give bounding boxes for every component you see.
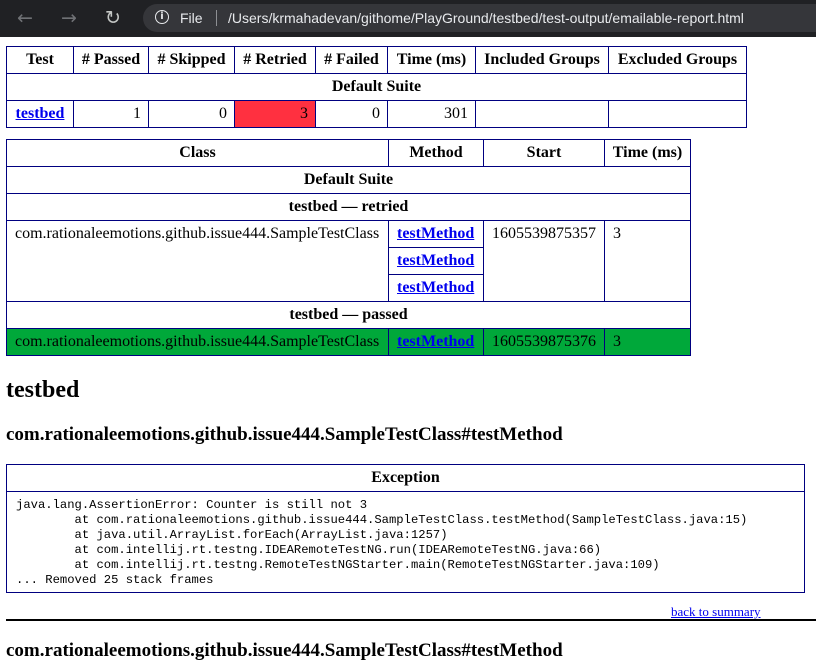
stack-line: at com.intellij.rt.testng.RemoteTestNGSt… [16,558,660,572]
exception-header: Exception [6,464,805,492]
back-to-summary-link[interactable]: back to summary [671,604,761,619]
exception-header-row: Exception [6,464,805,492]
arrow-left-icon[interactable]: ← [13,6,37,30]
methods-table: Class Method Start Time (ms) Default Sui… [6,139,691,356]
skipped-count: 0 [148,100,235,128]
suite-row: Default Suite [6,166,691,194]
method-link[interactable]: testMethod [397,225,474,242]
stack-trace: java.lang.AssertionError: Counter is sti… [16,498,795,588]
group-row-passed: testbed — passed [6,301,691,329]
test-heading: testbed [6,377,80,403]
col-header-included-groups: Included Groups [475,46,609,74]
col-header-method: Method [388,139,484,167]
url-text[interactable]: /Users/krmahadevan/githome/PlayGround/te… [228,10,744,26]
stack-line: at java.util.ArrayList.forEach(ArrayList… [16,528,448,542]
exception-body-row: java.lang.AssertionError: Counter is sti… [6,491,805,593]
method-cell: testMethod [388,220,484,248]
failed-count: 0 [315,100,388,128]
class-name: com.rationaleemotions.github.issue444.Sa… [6,220,389,302]
exception-table: Exception java.lang.AssertionError: Coun… [6,464,805,593]
test-cell: testbed [6,100,74,128]
url-scheme: File [180,10,203,26]
test-link[interactable]: testbed [16,105,65,122]
col-header-failed: # Failed [315,46,388,74]
included-groups-value [475,100,609,128]
table-row: testbed 1 0 3 0 301 [6,100,747,128]
summary-header-row: Test # Passed # Skipped # Retried # Fail… [6,46,747,74]
time-value: 3 [604,328,691,356]
method-link[interactable]: testMethod [397,333,474,350]
col-header-time-ms: Time (ms) [604,139,691,167]
exception-cell: java.lang.AssertionError: Counter is sti… [6,491,805,593]
time-value: 3 [604,220,691,302]
table-row: com.rationaleemotions.github.issue444.Sa… [6,328,691,356]
group-row-retried: testbed — retried [6,193,691,221]
col-header-retried: # Retried [234,46,316,74]
method-link[interactable]: testMethod [397,279,474,296]
group-label-passed: testbed — passed [6,301,691,329]
class-name: com.rationaleemotions.github.issue444.Sa… [6,328,389,356]
methods-header-row: Class Method Start Time (ms) [6,139,691,167]
arrow-right-icon[interactable]: → [57,6,81,30]
col-header-passed: # Passed [73,46,149,74]
group-label-retried: testbed — retried [6,193,691,221]
stack-line: java.lang.AssertionError: Counter is sti… [16,498,368,512]
retried-count: 3 [234,100,316,128]
col-header-time: Time (ms) [387,46,476,74]
col-header-class: Class [6,139,389,167]
address-bar[interactable]: i File /Users/krmahadevan/githome/PlayGr… [143,4,816,32]
col-header-excluded-groups: Excluded Groups [608,46,747,74]
method-heading: com.rationaleemotions.github.issue444.Sa… [6,640,563,661]
method-cell: testMethod [388,274,484,302]
col-header-start: Start [483,139,605,167]
suite-row: Default Suite [6,73,747,101]
method-heading: com.rationaleemotions.github.issue444.Sa… [6,424,563,445]
stack-line: at com.intellij.rt.testng.IDEARemoteTest… [16,543,602,557]
address-separator [216,10,217,26]
passed-count: 1 [73,100,149,128]
reload-icon[interactable]: ↻ [101,6,125,30]
start-value: 1605539875376 [483,328,605,356]
summary-table: Test # Passed # Skipped # Retried # Fail… [6,46,747,128]
method-link[interactable]: testMethod [397,252,474,269]
excluded-groups-value [608,100,747,128]
suite-name: Default Suite [6,166,691,194]
start-value: 1605539875357 [483,220,605,302]
info-icon[interactable]: i [155,10,169,24]
section-divider [6,619,816,621]
suite-name: Default Suite [6,73,747,101]
browser-toolbar: ← → ↻ i File /Users/krmahadevan/githome/… [0,0,816,37]
col-header-skipped: # Skipped [148,46,235,74]
col-header-test: Test [6,46,74,74]
stack-line: at com.rationaleemotions.github.issue444… [16,513,748,527]
table-row: com.rationaleemotions.github.issue444.Sa… [6,220,691,302]
method-cell: testMethod [388,247,484,275]
method-cell: testMethod [388,328,484,356]
stack-line: ... Removed 25 stack frames [16,573,214,587]
time-value: 301 [387,100,476,128]
